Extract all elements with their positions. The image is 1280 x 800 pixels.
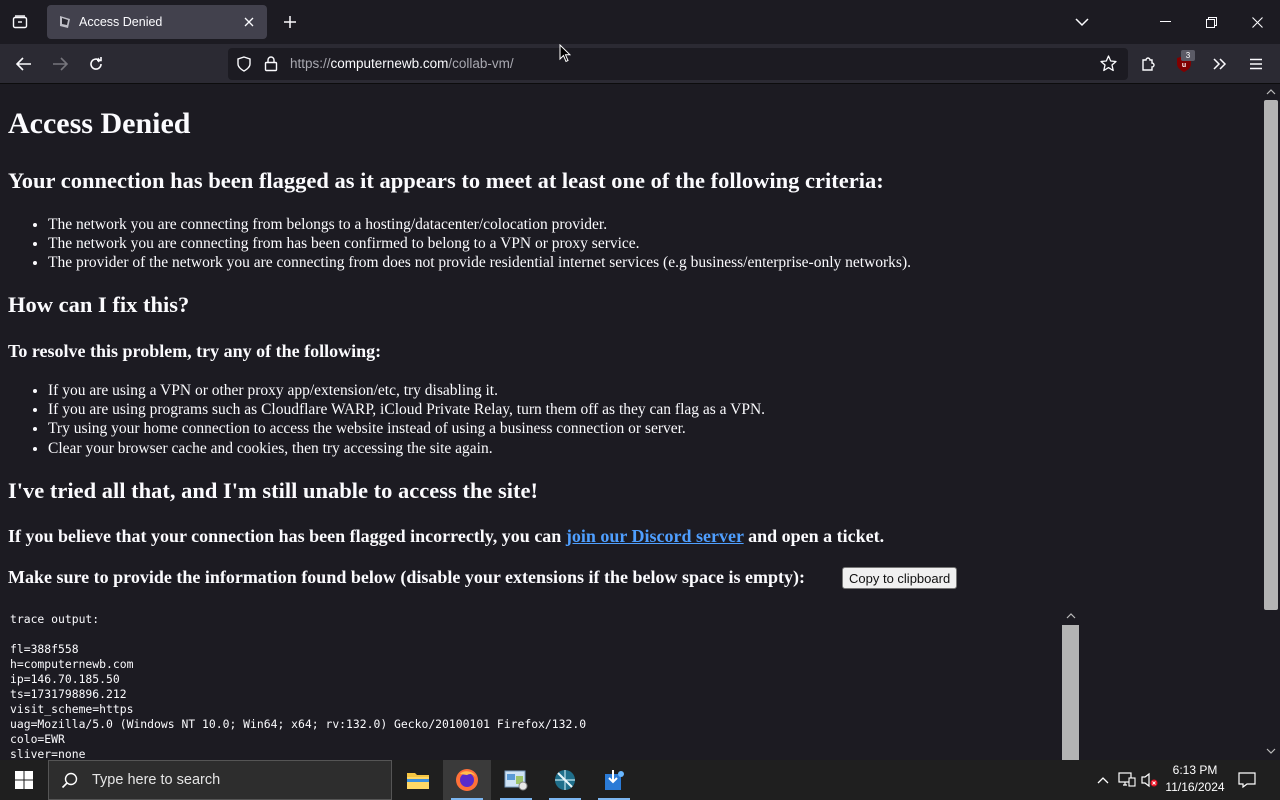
url-host: computernewb.com [330,56,449,71]
clock-date: 11/16/2024 [1165,780,1225,794]
list-item: If you are using a VPN or other proxy ap… [48,381,765,400]
search-placeholder: Type here to search [92,772,221,788]
search-icon [61,772,78,788]
volume-muted-icon[interactable] [1139,768,1161,792]
restore-icon[interactable] [1188,0,1234,44]
app-installer-icon[interactable] [590,760,638,800]
extension-badge: 3 [1181,50,1195,61]
site-favicon-icon [60,16,70,28]
extensions-puzzle-icon[interactable] [1132,48,1164,80]
minimize-icon[interactable] [1142,0,1188,44]
trace-line: uag=Mozilla/5.0 (Windows NT 10.0; Win64;… [10,717,587,731]
list-item: If you are using programs such as Cloudf… [48,400,765,419]
scroll-down-icon[interactable] [1265,746,1277,756]
incorrect-paragraph: If you believe that your connection has … [8,526,884,547]
page-scrollbar-thumb[interactable] [1264,100,1278,610]
page-title: Access Denied [8,107,191,140]
mouse-cursor-icon [559,44,571,63]
scroll-up-icon[interactable] [1265,87,1277,97]
show-hidden-icons-chevron-icon[interactable] [1092,768,1114,792]
notification-center-icon[interactable] [1236,768,1258,792]
trace-line: visit_scheme=https [10,702,134,716]
reload-icon[interactable] [80,48,112,80]
trace-line: trace output: [10,612,100,626]
resolve-heading: To resolve this problem, try any of the … [8,341,382,361]
list-tabs-icon[interactable] [1068,8,1096,36]
incorrect-suffix: and open a ticket. [743,526,885,546]
trace-scrollbar-thumb[interactable] [1062,625,1079,760]
trace-line: fl=388f558 [10,642,79,656]
file-explorer-icon[interactable] [394,760,442,800]
trace-line: colo=EWR [10,732,65,746]
tracking-protection-shield-icon[interactable] [236,56,252,76]
firefox-taskbar-icon[interactable] [443,760,491,800]
control-panel-icon[interactable] [492,760,540,800]
fix-heading: How can I fix this? [8,292,190,317]
tab-strip: Access Denied [0,0,1280,44]
tried-heading: I've tried all that, and I'm still unabl… [8,478,538,503]
svg-text:u: u [1182,62,1186,69]
tab-active[interactable]: Access Denied [47,5,267,39]
clock-time: 6:13 PM [1172,763,1218,777]
list-item: Clear your browser cache and cookies, th… [48,439,765,458]
list-item: Try using your home connection to access… [48,419,765,438]
new-tab-icon[interactable] [276,8,304,36]
list-item: The provider of the network you are conn… [48,253,911,272]
network-icon[interactable] [1116,768,1138,792]
url-scheme: https:// [290,56,331,71]
list-item: The network you are connecting from belo… [48,215,911,234]
system-clock[interactable]: 6:13 PM 11/16/2024 [1160,762,1230,796]
scroll-up-icon[interactable] [1062,610,1080,622]
copy-to-clipboard-button[interactable]: Copy to clipboard [842,567,958,589]
tab-title: Access Denied [79,15,163,29]
overflow-menu-icon[interactable] [1204,48,1236,80]
list-item: The network you are connecting from has … [48,234,911,253]
flagged-heading: Your connection has been flagged as it a… [8,168,884,193]
trace-output: trace output: fl=388f558 h=computernewb.… [10,612,586,760]
lock-icon[interactable] [264,55,278,76]
close-window-icon[interactable] [1234,0,1280,44]
navigation-toolbar: https://computernewb.com/collab-vm/ u [0,44,1280,84]
address-bar[interactable]: https://computernewb.com/collab-vm/ [228,48,1128,80]
bookmark-star-icon[interactable] [1100,55,1117,76]
discord-link[interactable]: join our Discord server [566,526,744,546]
incorrect-prefix: If you believe that your connection has … [8,526,566,546]
back-icon[interactable] [8,48,40,80]
trace-line: ts=1731798896.212 [10,687,127,701]
criteria-list: The network you are connecting from belo… [48,215,911,273]
trace-line: sliver=none [10,747,86,760]
firefox-view-icon[interactable] [6,8,34,36]
url-text: https://computernewb.com/collab-vm/ [290,56,514,71]
url-path: /collab-vm/ [448,56,514,71]
network-app-icon[interactable] [541,760,589,800]
fixes-list: If you are using a VPN or other proxy ap… [48,381,765,458]
hamburger-menu-icon[interactable] [1240,48,1272,80]
windows-taskbar: Type here to search 6:13 PM 11/16/2024 [0,760,1280,800]
start-windows-icon[interactable] [0,760,48,800]
taskbar-search-box[interactable]: Type here to search [48,760,392,800]
forward-icon[interactable] [44,48,76,80]
trace-output-box[interactable]: trace output: fl=388f558 h=computernewb.… [0,609,1080,760]
tab-close-icon[interactable] [237,10,261,34]
provide-info-text: Make sure to provide the information fou… [8,567,806,587]
trace-line: ip=146.70.185.50 [10,672,120,686]
trace-line: h=computernewb.com [10,657,134,671]
page-content: Access Denied Your connection has been f… [0,85,1262,760]
